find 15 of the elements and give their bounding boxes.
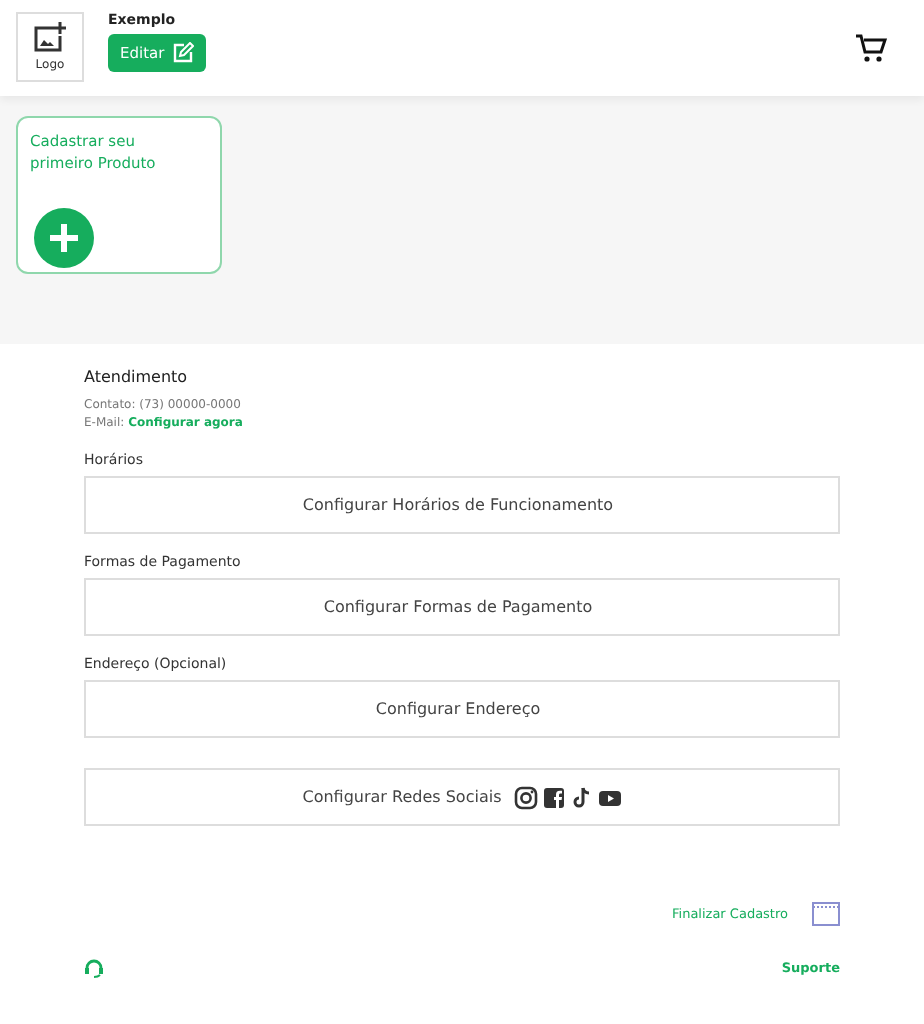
instagram-icon: [513, 785, 538, 809]
configure-button[interactable]: Configurar Formas de Pagamento: [84, 578, 840, 636]
headset-icon[interactable]: [84, 958, 104, 978]
facebook-icon: [541, 785, 566, 809]
image-add-icon: [32, 22, 68, 54]
edit-icon: [172, 42, 195, 64]
calendar-icon[interactable]: [812, 902, 840, 926]
youtube-icon: [597, 785, 622, 809]
configure-button[interactable]: Configurar Endereço: [84, 680, 840, 738]
configure-button[interactable]: Configurar Horários de Funcionamento: [84, 476, 840, 534]
cart-icon[interactable]: [856, 34, 888, 64]
configure-button[interactable]: Configurar Redes Sociais: [84, 768, 840, 826]
section-title: Atendimento: [84, 368, 190, 386]
add-icon[interactable]: [34, 208, 94, 268]
tiktok-icon: [569, 785, 594, 809]
